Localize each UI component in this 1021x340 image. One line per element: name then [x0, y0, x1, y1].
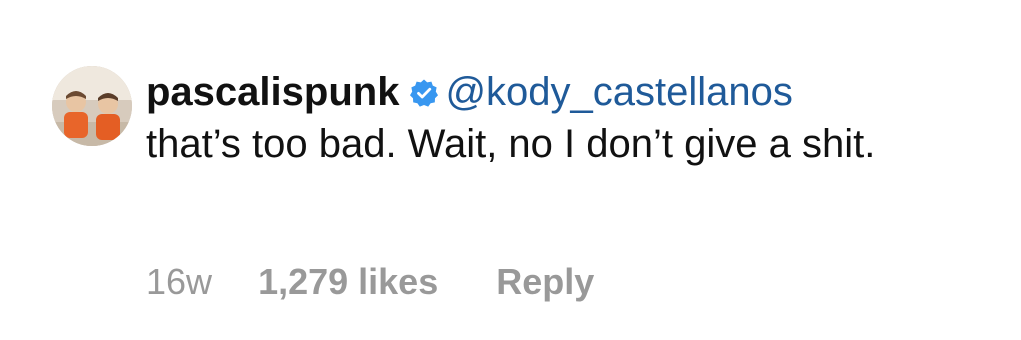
timestamp: 16w	[146, 261, 213, 302]
profile-photo-icon	[52, 66, 132, 146]
username-link[interactable]: pascalispunk	[146, 70, 399, 114]
comment-meta: 16w 1,279 likes Reply	[146, 260, 594, 304]
mention-link[interactable]: @kody_castellanos	[445, 70, 792, 114]
comment: pascalispunk @kody_castellanos that’s too…	[52, 66, 992, 316]
comment-body: pascalispunk @kody_castellanos that’s too…	[146, 66, 986, 302]
likes-count-button[interactable]: 1,279 likes	[258, 260, 438, 304]
comment-text: that’s too bad. Wait, no I don’t give a …	[146, 122, 876, 166]
avatar[interactable]	[52, 66, 132, 146]
verified-badge-icon	[409, 69, 439, 107]
reply-button[interactable]: Reply	[496, 260, 594, 304]
comment-text-block: pascalispunk @kody_castellanos that’s too…	[146, 66, 986, 170]
